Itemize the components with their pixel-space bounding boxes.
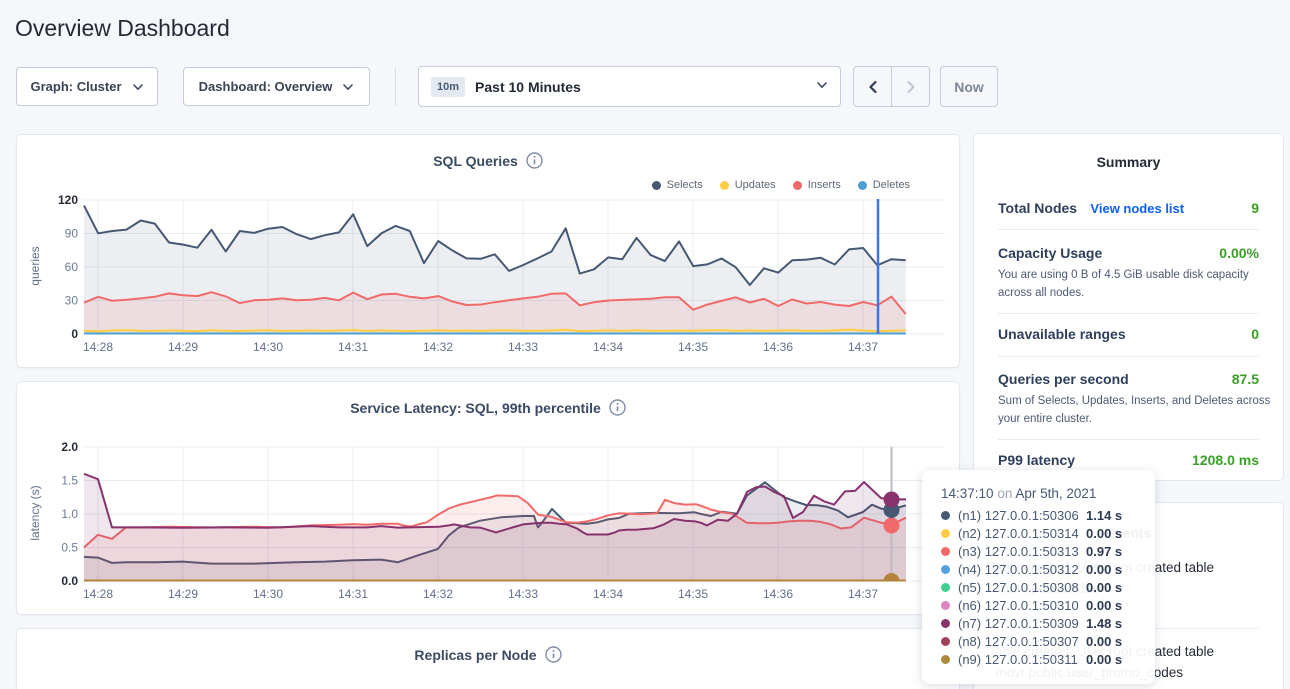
svg-text:latency (s): latency (s) — [28, 485, 42, 540]
svg-text:14:32: 14:32 — [423, 587, 453, 601]
svg-text:14:37: 14:37 — [848, 340, 878, 354]
svg-text:14:29: 14:29 — [168, 587, 198, 601]
svg-text:14:31: 14:31 — [338, 340, 368, 354]
svg-text:30: 30 — [65, 294, 79, 308]
svg-text:0.0: 0.0 — [61, 574, 78, 588]
svg-text:2.0: 2.0 — [61, 440, 78, 454]
svg-text:14:32: 14:32 — [423, 340, 453, 354]
svg-text:queries: queries — [28, 246, 42, 285]
svg-text:14:28: 14:28 — [83, 587, 113, 601]
svg-text:14:33: 14:33 — [508, 340, 538, 354]
svg-text:1.5: 1.5 — [61, 474, 78, 488]
svg-text:1.0: 1.0 — [61, 507, 78, 521]
svg-text:14:31: 14:31 — [338, 587, 368, 601]
svg-text:14:36: 14:36 — [763, 340, 793, 354]
svg-text:14:33: 14:33 — [508, 587, 538, 601]
svg-text:14:36: 14:36 — [763, 587, 793, 601]
svg-text:14:30: 14:30 — [253, 587, 283, 601]
svg-text:14:35: 14:35 — [678, 587, 708, 601]
svg-text:14:30: 14:30 — [253, 340, 283, 354]
svg-text:14:29: 14:29 — [168, 340, 198, 354]
svg-text:60: 60 — [65, 260, 79, 274]
svg-text:14:34: 14:34 — [593, 587, 623, 601]
svg-text:0.5: 0.5 — [61, 541, 78, 555]
svg-text:14:28: 14:28 — [83, 340, 113, 354]
svg-text:14:37: 14:37 — [848, 587, 878, 601]
svg-text:90: 90 — [65, 227, 79, 241]
svg-text:0: 0 — [71, 327, 78, 341]
svg-text:14:35: 14:35 — [678, 340, 708, 354]
svg-text:14:34: 14:34 — [593, 340, 623, 354]
svg-text:120: 120 — [58, 193, 78, 207]
